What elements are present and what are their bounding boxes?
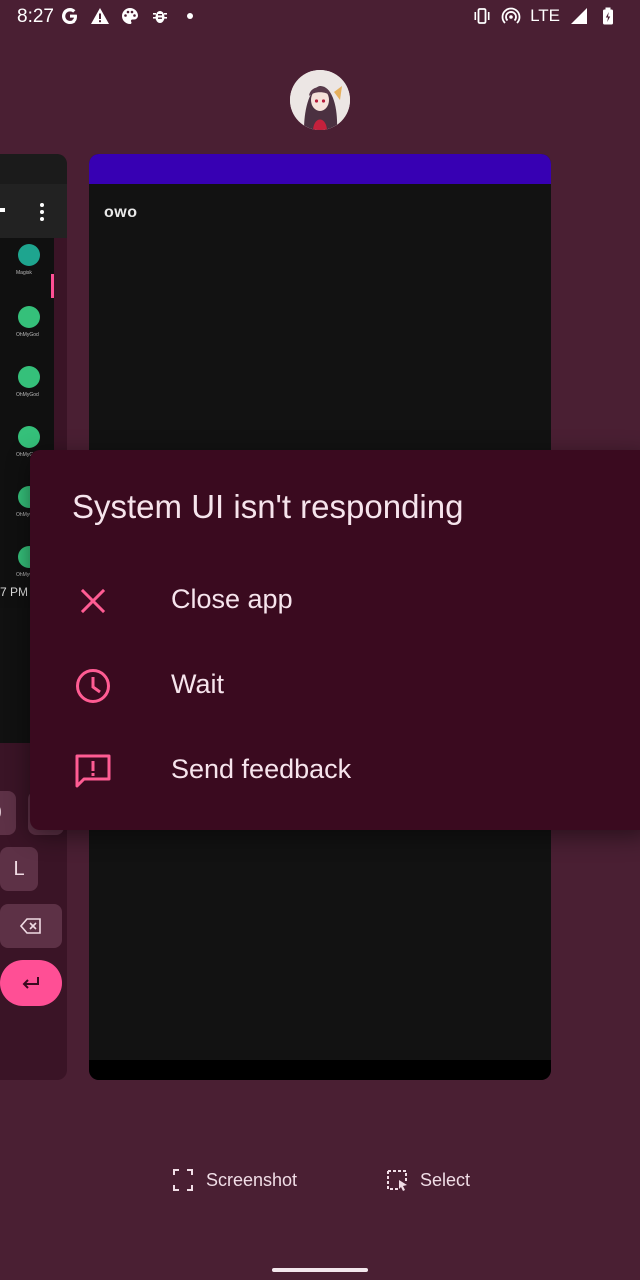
- user-avatar[interactable]: [290, 70, 350, 130]
- screenshot-icon: [173, 1169, 193, 1191]
- screenshot-label: Screenshot: [206, 1169, 298, 1190]
- hotspot-icon: [501, 7, 521, 24]
- android-app-icon: [18, 426, 40, 448]
- status-time: 8:27: [17, 6, 54, 27]
- recents-screen: 8:27 LTE Magisk OhMyGod OhMyGod OhMyG Oh…: [0, 0, 640, 1280]
- status-system-icons: LTE: [472, 6, 618, 26]
- send-feedback-label: Send feedback: [171, 754, 352, 784]
- avatar-image: [290, 70, 350, 130]
- select-icon: [387, 1170, 407, 1191]
- clock-icon: [76, 669, 110, 703]
- close-app-label: Close app: [171, 584, 293, 614]
- key-l: L: [0, 847, 38, 891]
- wait-label: Wait: [171, 669, 224, 699]
- battery-icon: [603, 7, 613, 25]
- bug-icon: [153, 11, 167, 23]
- enter-icon: [22, 977, 39, 989]
- notification-dot-icon: [187, 13, 193, 19]
- status-bar: 8:27 LTE: [0, 0, 640, 34]
- left-card-status-area: [0, 154, 67, 184]
- feedback-icon: [75, 754, 111, 788]
- time-fragment: 7 PM: [0, 585, 29, 599]
- scroll-indicator: [51, 274, 54, 298]
- app-label: OhMyGod: [16, 332, 39, 338]
- anr-dialog: System UI isn't responding Close app Wai…: [30, 450, 640, 830]
- select-button[interactable]: Select: [386, 1168, 470, 1192]
- status-notification-icons: [60, 6, 200, 26]
- app-nav-bar: [89, 1060, 551, 1080]
- app-bar: [89, 154, 551, 184]
- close-app-option[interactable]: Close app: [30, 562, 640, 642]
- palette-icon: [122, 8, 138, 24]
- backspace-key: [0, 904, 62, 948]
- magisk-app-icon: [18, 244, 40, 266]
- send-feedback-option[interactable]: Send feedback: [30, 732, 640, 812]
- signal-icon: [571, 8, 587, 24]
- screenshot-button[interactable]: Screenshot: [172, 1168, 297, 1192]
- dialog-title: System UI isn't responding: [72, 488, 464, 525]
- more-options-icon: [40, 203, 44, 221]
- close-icon: [80, 588, 106, 614]
- home-gesture-bar[interactable]: [272, 1268, 368, 1272]
- app-content-text: owo: [104, 204, 138, 221]
- wait-option[interactable]: Wait: [30, 647, 640, 727]
- warning-icon: [91, 8, 109, 24]
- vibrate-icon: [474, 8, 490, 24]
- enter-key: [0, 960, 62, 1006]
- android-app-icon: [18, 306, 40, 328]
- google-icon: [61, 8, 77, 24]
- app-label: OhMyGod: [16, 392, 39, 398]
- android-app-icon: [18, 366, 40, 388]
- backspace-icon: [20, 918, 41, 934]
- key-0: 0: [0, 791, 16, 835]
- app-label: Magisk: [16, 270, 32, 276]
- network-type-label: LTE: [530, 6, 560, 25]
- left-card-toolbar: [0, 184, 67, 238]
- select-label: Select: [420, 1169, 471, 1190]
